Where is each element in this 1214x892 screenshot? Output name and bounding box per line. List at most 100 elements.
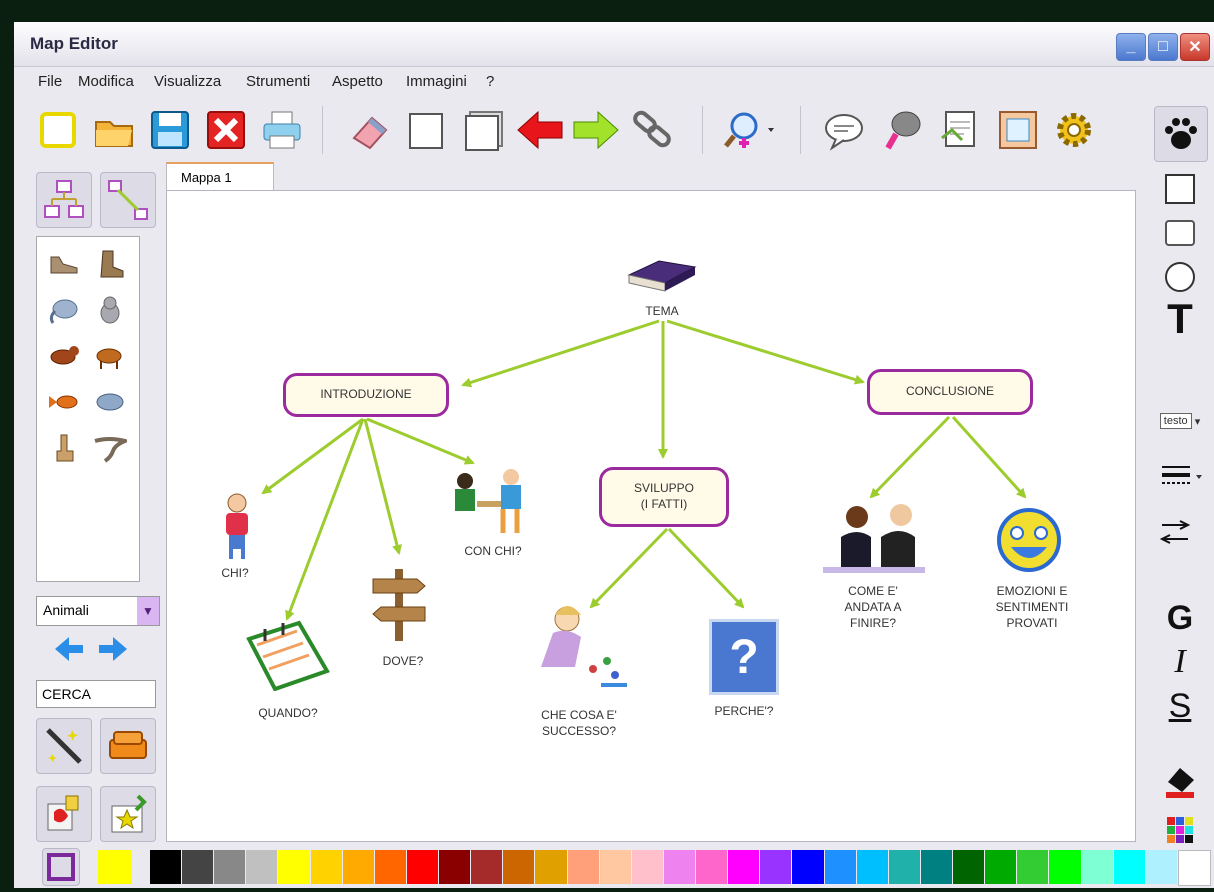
leaf-conchi[interactable]: CON CHI? — [443, 543, 543, 559]
girl-playing-icon[interactable] — [523, 599, 641, 699]
color-swatch[interactable] — [310, 850, 342, 884]
speech-balloon-icon[interactable] — [820, 106, 868, 154]
menu-aspetto[interactable]: Aspetto — [332, 73, 383, 90]
color-swatch[interactable] — [696, 850, 728, 884]
color-swatch[interactable] — [374, 850, 406, 884]
minimize-button[interactable]: _ — [1116, 33, 1146, 61]
signpost-icon[interactable] — [367, 565, 431, 643]
child-figure-icon[interactable] — [217, 491, 257, 561]
boot-icon[interactable] — [93, 249, 127, 279]
voice-speaker-icon[interactable] — [878, 106, 926, 154]
giraffe-icon[interactable] — [47, 433, 81, 463]
color-swatch[interactable] — [567, 850, 599, 884]
lizard-icon[interactable] — [93, 433, 132, 463]
paint-bucket-icon[interactable] — [1154, 760, 1206, 802]
bold-button[interactable]: G — [1154, 596, 1206, 640]
calendar-icon[interactable] — [245, 619, 331, 691]
redo-green-arrow-icon[interactable] — [572, 106, 620, 154]
smiley-face-icon[interactable] — [993, 507, 1065, 573]
color-swatch[interactable] — [1113, 850, 1145, 884]
node-introduzione[interactable]: INTRODUZIONE — [283, 373, 449, 417]
paste-page-icon[interactable] — [460, 106, 508, 154]
color-swatch[interactable] — [920, 850, 953, 884]
circle-shape-icon[interactable] — [1154, 260, 1206, 294]
undo-red-arrow-icon[interactable] — [516, 106, 564, 154]
search-input[interactable]: CERCA — [36, 680, 156, 708]
color-swatch[interactable] — [535, 850, 567, 884]
color-swatch[interactable] — [214, 850, 246, 884]
color-swatch[interactable] — [663, 850, 696, 884]
chevron-down-icon[interactable]: ▼ — [137, 597, 159, 625]
shoe-icon[interactable] — [47, 249, 81, 279]
color-swatch[interactable] — [342, 850, 374, 884]
color-swatch[interactable] — [856, 850, 888, 884]
leaf-perche[interactable]: PERCHE'? — [697, 703, 791, 719]
color-swatch[interactable] — [953, 850, 985, 884]
leaf-checosa[interactable]: CHE COSA E' SUCCESSO? — [521, 707, 637, 739]
color-swatch[interactable] — [439, 850, 471, 884]
leaf-come[interactable]: COME E' ANDATA A FINIRE? — [817, 583, 929, 632]
rectangle-shape-icon[interactable] — [1154, 172, 1206, 206]
eraser-icon[interactable] — [346, 106, 394, 154]
leaf-chi[interactable]: CHI? — [207, 565, 263, 581]
leaf-dove[interactable]: DOVE? — [363, 653, 443, 669]
paw-icon[interactable] — [1154, 106, 1208, 162]
color-swatch[interactable] — [985, 850, 1017, 884]
fish-icon[interactable] — [47, 387, 81, 417]
elephant-icon[interactable] — [47, 295, 81, 325]
node-sviluppo[interactable]: SVILUPPO (I FATTI) — [599, 467, 729, 527]
color-swatch[interactable] — [888, 850, 920, 884]
menu-strumenti[interactable]: Strumenti — [246, 73, 310, 90]
hippo-icon[interactable] — [93, 387, 127, 417]
color-swatch[interactable] — [631, 850, 663, 884]
save-disk-icon[interactable] — [146, 106, 194, 154]
color-swatch[interactable] — [1145, 850, 1177, 884]
color-swatch[interactable] — [150, 850, 182, 884]
leaf-emozioni[interactable]: EMOZIONI E SENTIMENTI PROVATI — [971, 583, 1093, 632]
menu-help[interactable]: ? — [486, 73, 494, 90]
star-stamp-icon[interactable] — [100, 786, 156, 842]
category-select[interactable]: Animali ▼ — [36, 596, 160, 626]
link-chain-icon[interactable] — [628, 106, 676, 154]
two-people-talking-icon[interactable] — [821, 497, 927, 575]
italic-button[interactable]: I — [1154, 640, 1206, 684]
color-swatch[interactable] — [278, 850, 310, 884]
color-swatch[interactable] — [406, 850, 439, 884]
leaf-quando[interactable]: QUANDO? — [243, 705, 333, 721]
maximize-button[interactable]: □ — [1148, 33, 1178, 61]
color-swatch[interactable] — [1081, 850, 1113, 884]
color-swatch[interactable] — [1177, 850, 1211, 886]
root-label[interactable]: TEMA — [619, 303, 705, 319]
menu-visualizza[interactable]: Visualizza — [154, 73, 221, 90]
underline-button[interactable]: S — [1154, 682, 1206, 730]
previous-page-button[interactable] — [52, 632, 86, 666]
export-document-icon[interactable] — [936, 106, 984, 154]
color-swatch[interactable] — [246, 850, 278, 884]
node-conclusione[interactable]: CONCLUSIONE — [867, 369, 1033, 415]
text-tool[interactable]: T — [1154, 295, 1206, 342]
color-swatch[interactable] — [182, 850, 214, 884]
color-swatch[interactable] — [599, 850, 631, 884]
paint-tool-icon[interactable] — [36, 786, 92, 842]
color-swatch[interactable] — [1049, 850, 1081, 884]
close-red-x-icon[interactable] — [202, 106, 250, 154]
map-canvas[interactable]: TEMA INTRODUZIONE SVILUPPO (I FATTI) CON… — [166, 190, 1136, 842]
color-swatch[interactable] — [824, 850, 856, 884]
arrow-style-icon[interactable] — [1154, 512, 1206, 552]
current-border-color[interactable] — [42, 848, 80, 886]
current-fill-color[interactable] — [98, 850, 132, 884]
open-folder-icon[interactable] — [90, 106, 138, 154]
print-icon[interactable] — [258, 106, 306, 154]
color-swatch[interactable] — [1017, 850, 1049, 884]
copy-page-icon[interactable] — [404, 106, 452, 154]
tab-mappa-1[interactable]: Mappa 1 — [166, 162, 274, 192]
question-mark-icon[interactable]: ? — [709, 619, 779, 695]
color-swatch[interactable] — [760, 850, 792, 884]
hierarchy-map-icon[interactable] — [36, 172, 92, 228]
dog-icon[interactable] — [47, 341, 81, 371]
menu-file[interactable]: File — [38, 73, 62, 90]
people-at-table-icon[interactable] — [445, 465, 531, 541]
magic-wand-icon[interactable] — [36, 718, 92, 774]
new-document-icon[interactable] — [34, 106, 82, 154]
book-icon[interactable] — [625, 253, 699, 293]
